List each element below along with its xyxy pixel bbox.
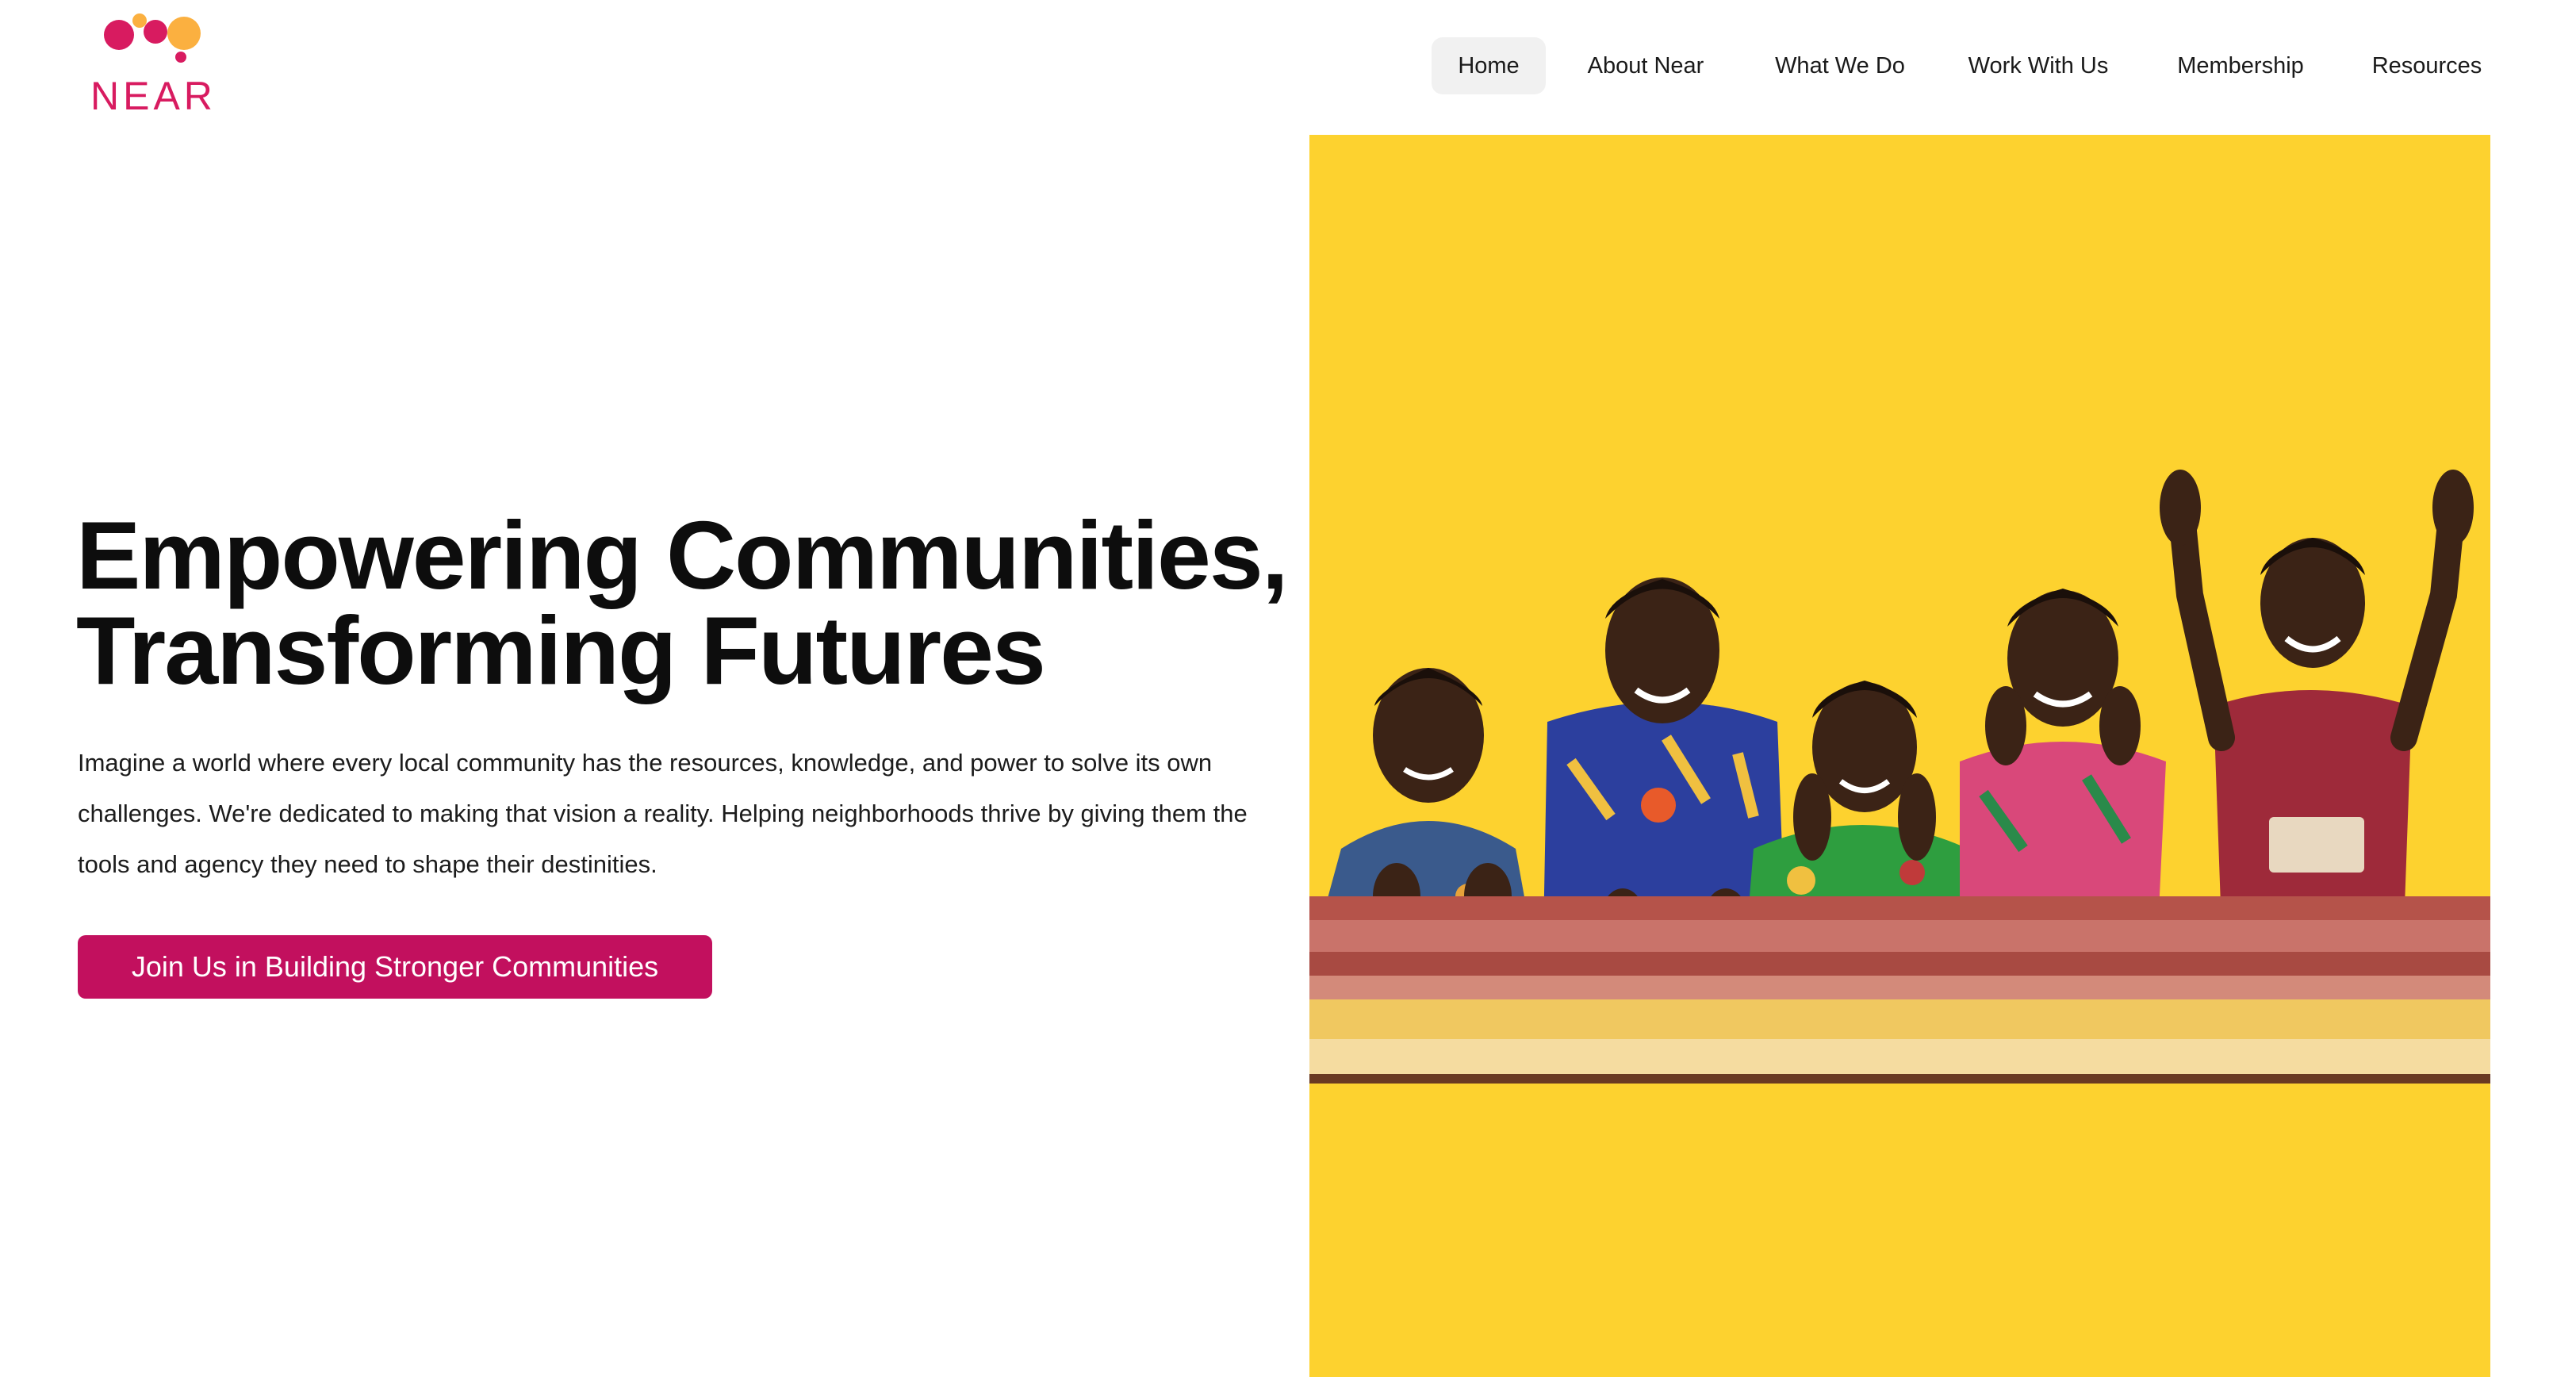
nav-work-with-us[interactable]: Work With Us [1955, 37, 2122, 94]
children-on-wall-illustration [1309, 470, 2490, 1084]
nav-what-we-do[interactable]: What We Do [1761, 37, 1919, 94]
nav-home[interactable]: Home [1432, 37, 1546, 94]
page: NEAR Home About Near What We Do Work Wit… [0, 0, 2576, 1377]
nav-about-near[interactable]: About Near [1570, 37, 1721, 94]
hero-description: Imagine a world where every local commun… [78, 749, 1248, 878]
nav-resources[interactable]: Resources [2356, 37, 2498, 94]
nav-membership[interactable]: Membership [2161, 37, 2320, 94]
hero-title: Empowering Communities, Transforming Fut… [76, 501, 1313, 704]
hero-image [1309, 135, 2490, 1377]
hero-title-line-2: Transforming Futures [76, 596, 1046, 704]
hero-title-line-1: Empowering Communities, [76, 501, 1289, 609]
join-us-button[interactable]: Join Us in Building Stronger Communities [78, 935, 712, 999]
main-nav: Home About Near What We Do Work With Us … [0, 37, 2576, 94]
